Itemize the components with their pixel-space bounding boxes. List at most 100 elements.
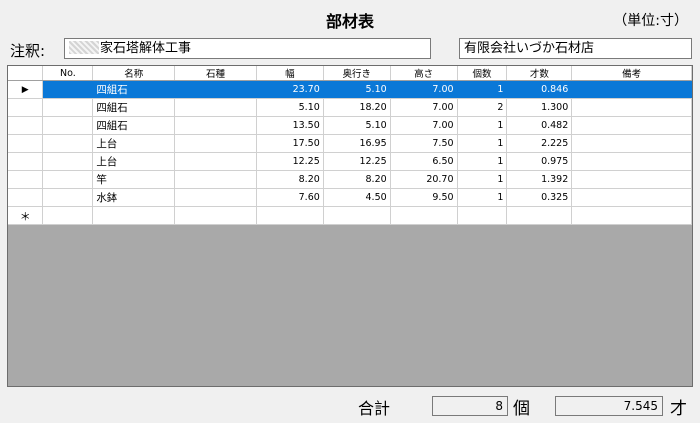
cell-remarks[interactable]	[571, 170, 692, 189]
cell-name[interactable]: 竿	[92, 170, 176, 189]
cell-sai[interactable]: 0.325	[506, 188, 573, 207]
cell-height[interactable]: 9.50	[390, 188, 458, 207]
cell-depth[interactable]: 16.95	[323, 134, 391, 153]
col-header-sai[interactable]: 才数	[506, 66, 573, 81]
cell-stone[interactable]	[174, 134, 257, 153]
table-row[interactable]: 上台 12.25 12.25 6.50 1 0.975	[8, 152, 692, 171]
cell-width[interactable]: 8.20	[256, 170, 324, 189]
cell-depth[interactable]: 5.10	[323, 116, 391, 135]
cell-no[interactable]	[42, 134, 94, 153]
new-row-cell[interactable]	[506, 206, 573, 225]
shop-name-field[interactable]: 有限会社いづか石材店	[459, 38, 692, 59]
new-row-cell[interactable]	[457, 206, 508, 225]
cell-no[interactable]	[42, 188, 94, 207]
cell-remarks[interactable]	[571, 188, 692, 207]
cell-name[interactable]: 四組石	[92, 116, 176, 135]
cell-count[interactable]: 1	[457, 170, 508, 189]
cell-count[interactable]: 1	[457, 152, 508, 171]
table-row[interactable]: 竿 8.20 8.20 20.70 1 1.392	[8, 170, 692, 189]
row-selector[interactable]	[8, 188, 44, 207]
new-row-cell[interactable]	[390, 206, 458, 225]
cell-height[interactable]: 7.50	[390, 134, 458, 153]
col-header-remarks[interactable]: 備考	[571, 66, 692, 81]
cell-name[interactable]: 四組石	[92, 80, 176, 99]
cell-count[interactable]: 1	[457, 116, 508, 135]
cell-remarks[interactable]	[571, 134, 692, 153]
cell-height[interactable]: 6.50	[390, 152, 458, 171]
cell-sai[interactable]: 0.975	[506, 152, 573, 171]
cell-sai[interactable]: 1.392	[506, 170, 573, 189]
cell-sai[interactable]: 0.846	[506, 80, 573, 99]
new-row-cell[interactable]	[571, 206, 692, 225]
cell-width[interactable]: 23.70	[256, 80, 324, 99]
cell-no[interactable]	[42, 98, 94, 117]
cell-width[interactable]: 12.25	[256, 152, 324, 171]
row-selector[interactable]	[8, 152, 44, 171]
row-selector[interactable]	[8, 170, 44, 189]
col-header-depth[interactable]: 奥行き	[323, 66, 391, 81]
cell-name[interactable]: 上台	[92, 152, 176, 171]
cell-height[interactable]: 20.70	[390, 170, 458, 189]
redacted-area	[69, 41, 99, 54]
col-header-name[interactable]: 名称	[92, 66, 176, 81]
cell-count[interactable]: 1	[457, 188, 508, 207]
cell-no[interactable]	[42, 152, 94, 171]
cell-count[interactable]: 1	[457, 80, 508, 99]
parts-grid[interactable]: No. 名称 石種 幅 奥行き 高さ 個数 才数 備考 ▶ 四組石 23.70 5.1…	[7, 65, 693, 387]
col-header-stone[interactable]: 石種	[174, 66, 257, 81]
cell-remarks[interactable]	[571, 116, 692, 135]
cell-sai[interactable]: 0.482	[506, 116, 573, 135]
col-header-count[interactable]: 個数	[457, 66, 508, 81]
row-selector[interactable]: ▶	[8, 80, 44, 99]
col-header-height[interactable]: 高さ	[390, 66, 458, 81]
new-row-cell[interactable]	[42, 206, 94, 225]
cell-stone[interactable]	[174, 116, 257, 135]
cell-stone[interactable]	[174, 170, 257, 189]
cell-sai[interactable]: 1.300	[506, 98, 573, 117]
new-row-cell[interactable]	[174, 206, 257, 225]
cell-name[interactable]: 上台	[92, 134, 176, 153]
cell-width[interactable]: 7.60	[256, 188, 324, 207]
cell-no[interactable]	[42, 80, 94, 99]
cell-count[interactable]: 1	[457, 134, 508, 153]
cell-height[interactable]: 7.00	[390, 116, 458, 135]
table-row[interactable]: 四組石 13.50 5.10 7.00 1 0.482	[8, 116, 692, 135]
cell-depth[interactable]: 5.10	[323, 80, 391, 99]
cell-width[interactable]: 17.50	[256, 134, 324, 153]
col-header-no[interactable]: No.	[42, 66, 94, 81]
cell-no[interactable]	[42, 170, 94, 189]
cell-stone[interactable]	[174, 80, 257, 99]
cell-remarks[interactable]	[571, 152, 692, 171]
col-header-width[interactable]: 幅	[256, 66, 324, 81]
row-selector[interactable]	[8, 98, 44, 117]
cell-stone[interactable]	[174, 98, 257, 117]
new-row-cell[interactable]	[323, 206, 391, 225]
cell-depth[interactable]: 12.25	[323, 152, 391, 171]
cell-stone[interactable]	[174, 188, 257, 207]
cell-name[interactable]: 四組石	[92, 98, 176, 117]
cell-sai[interactable]: 2.225	[506, 134, 573, 153]
cell-depth[interactable]: 18.20	[323, 98, 391, 117]
table-row[interactable]: 四組石 5.10 18.20 7.00 2 1.300	[8, 98, 692, 117]
cell-count[interactable]: 2	[457, 98, 508, 117]
cell-remarks[interactable]	[571, 80, 692, 99]
cell-height[interactable]: 7.00	[390, 98, 458, 117]
cell-width[interactable]: 5.10	[256, 98, 324, 117]
cell-stone[interactable]	[174, 152, 257, 171]
cell-depth[interactable]: 8.20	[323, 170, 391, 189]
table-row[interactable]: 上台 17.50 16.95 7.50 1 2.225	[8, 134, 692, 153]
new-row-cell[interactable]	[256, 206, 324, 225]
cell-depth[interactable]: 4.50	[323, 188, 391, 207]
table-row[interactable]: 水鉢 7.60 4.50 9.50 1 0.325	[8, 188, 692, 207]
table-row[interactable]: ▶ 四組石 23.70 5.10 7.00 1 0.846	[8, 80, 692, 99]
cell-height[interactable]: 7.00	[390, 80, 458, 99]
note-field[interactable]: 家石塔解体工事	[64, 38, 431, 59]
new-row[interactable]: ＊	[8, 206, 692, 225]
new-row-cell[interactable]	[92, 206, 176, 225]
row-selector[interactable]	[8, 134, 44, 153]
cell-name[interactable]: 水鉢	[92, 188, 176, 207]
cell-no[interactable]	[42, 116, 94, 135]
row-selector[interactable]	[8, 116, 44, 135]
cell-width[interactable]: 13.50	[256, 116, 324, 135]
cell-remarks[interactable]	[571, 98, 692, 117]
